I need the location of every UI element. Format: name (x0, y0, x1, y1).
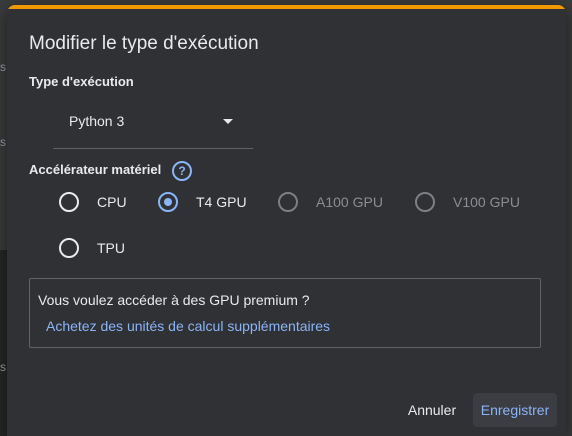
background-text: s (0, 360, 6, 374)
radio-unchecked-icon (278, 192, 298, 212)
radio-dot (164, 198, 172, 206)
runtime-type-dialog: Modifier le type d'exécution Type d'exéc… (7, 5, 566, 436)
radio-checked-icon (158, 192, 178, 212)
save-button[interactable]: Enregistrer (473, 393, 557, 427)
radio-unchecked-icon (59, 238, 79, 258)
hardware-accelerator-label: Accélérateur matériel (29, 162, 162, 177)
radio-label-cpu: CPU (97, 194, 127, 210)
radio-label-t4-gpu: T4 GPU (196, 194, 247, 210)
background-text: s (0, 60, 6, 74)
cancel-button[interactable]: Annuler (400, 393, 464, 427)
background-text: s (0, 135, 6, 149)
buy-compute-units-link[interactable]: Achetez des unités de calcul supplémenta… (46, 318, 330, 334)
radio-label-a100-gpu: A100 GPU (316, 194, 383, 210)
premium-gpu-notice: Vous voulez accéder à des GPU premium ? … (29, 278, 541, 348)
runtime-type-select[interactable]: Python 3 (53, 105, 253, 149)
runtime-type-value: Python 3 (69, 113, 125, 129)
radio-label-tpu: TPU (97, 240, 125, 256)
premium-gpu-text: Vous voulez accéder à des GPU premium ? (38, 292, 310, 308)
dropdown-caret-icon (223, 119, 233, 124)
help-icon[interactable]: ? (172, 161, 192, 181)
radio-label-v100-gpu: V100 GPU (453, 194, 520, 210)
dialog-accent-bar (7, 5, 566, 9)
runtime-type-label: Type d'exécution (29, 74, 134, 89)
radio-unchecked-icon (415, 192, 435, 212)
dialog-title: Modifier le type d'exécution (29, 33, 259, 54)
radio-unchecked-icon (59, 192, 79, 212)
